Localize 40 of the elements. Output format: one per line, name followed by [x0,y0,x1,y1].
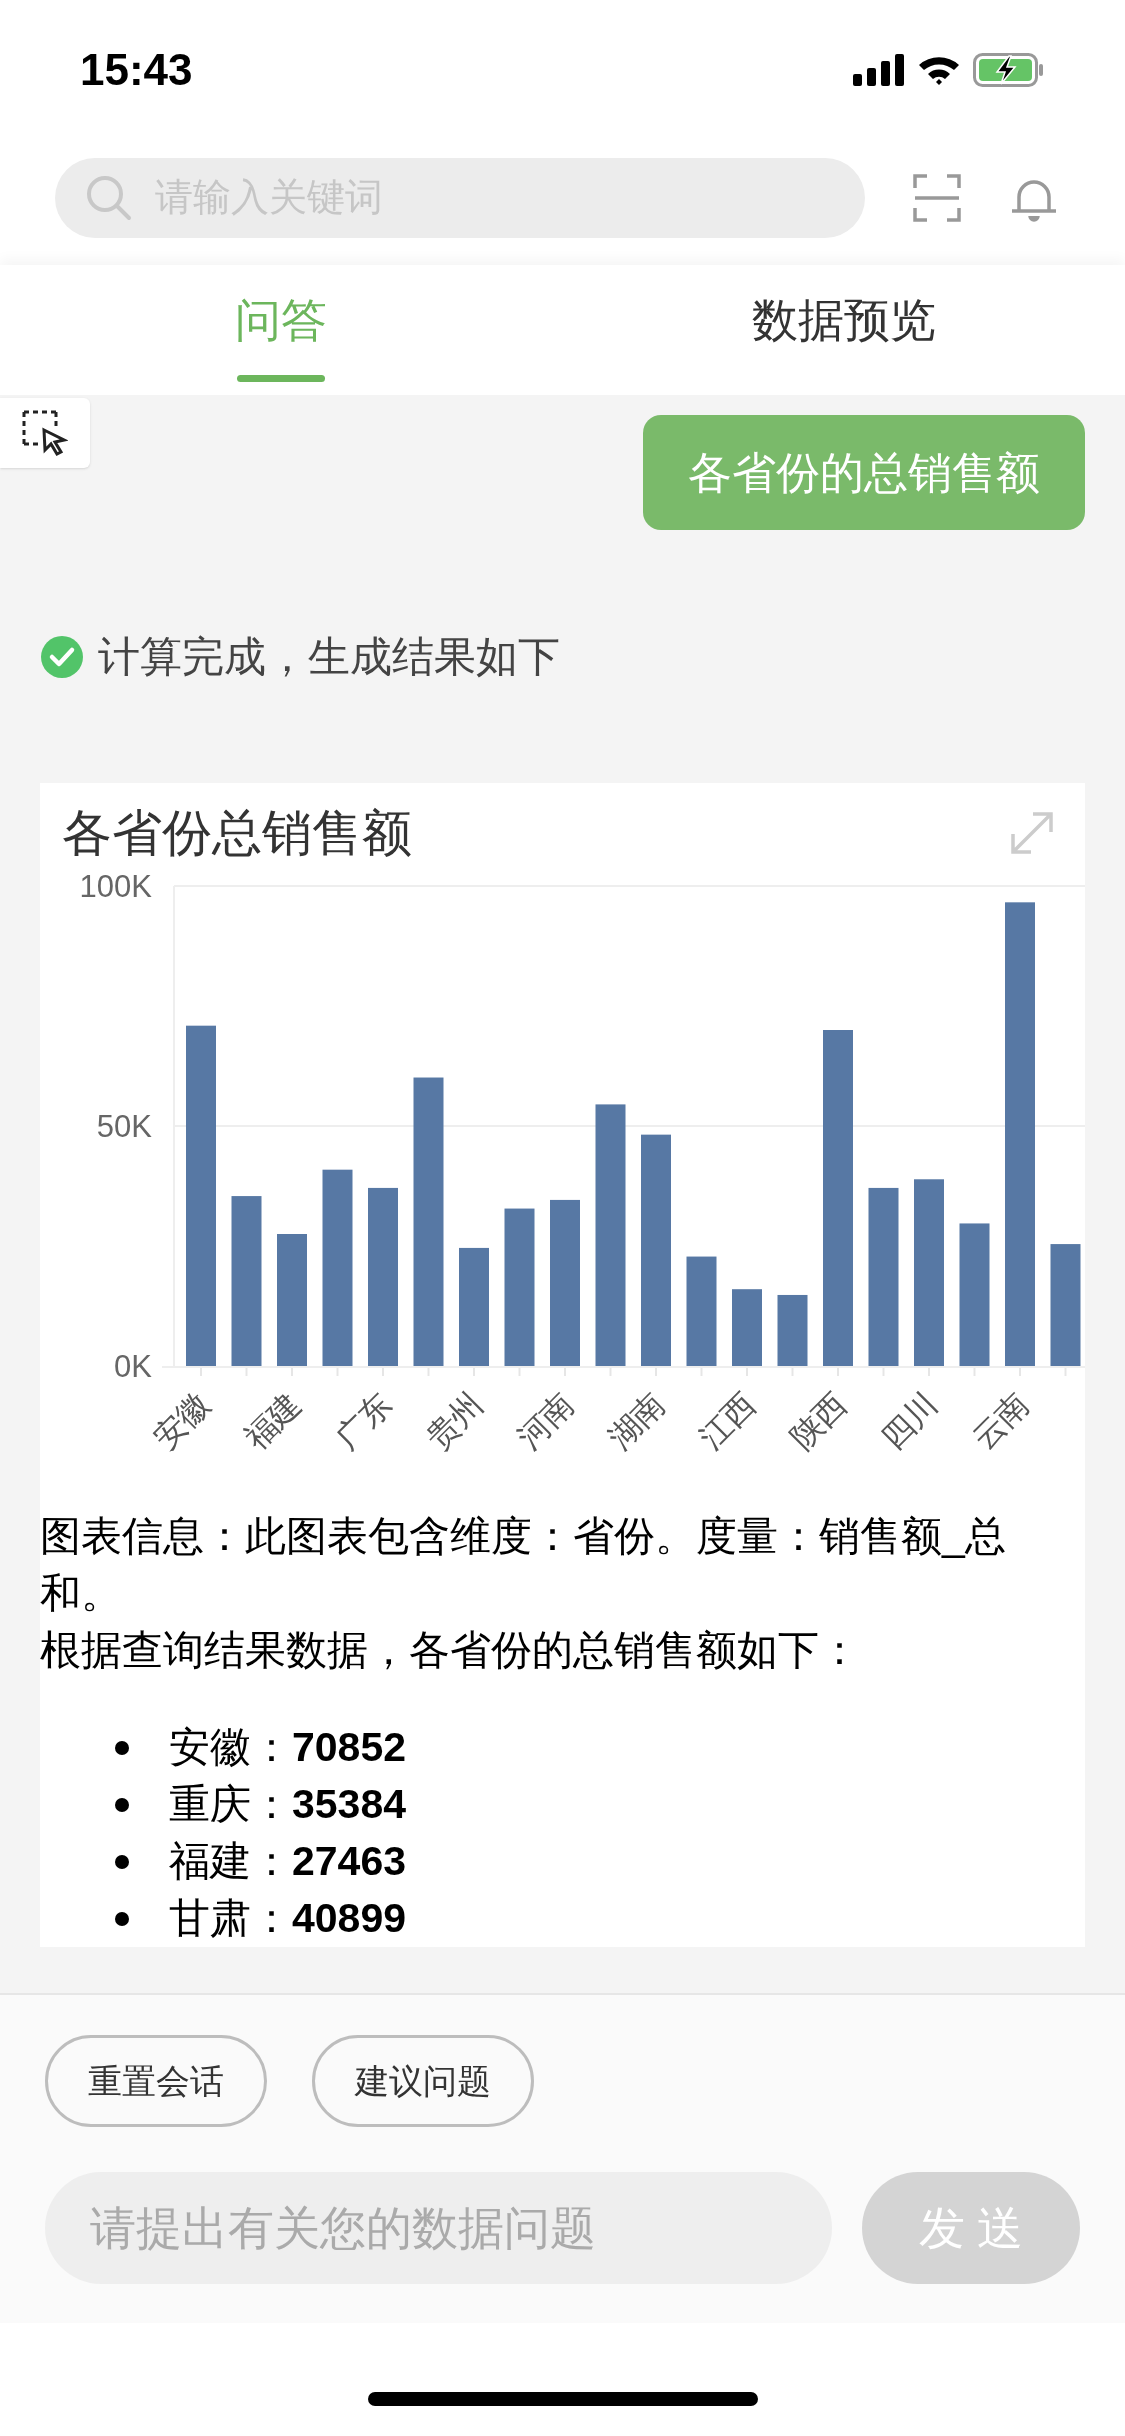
tab[interactable]: 数据预览 [751,265,936,375]
user-message-bubble: 各省份的总销售额 [643,415,1085,530]
bullet-icon [115,1911,129,1926]
quick-action-button[interactable]: 重置会话 [45,2035,267,2127]
x-axis-label: 云南 [965,1385,1036,1457]
status-message: 计算完成，生成结果如下 [98,632,560,682]
x-axis-label: 河南 [510,1385,581,1457]
status-time: 15:43 [80,44,193,96]
bar [777,1294,808,1366]
signal-icon [853,54,905,86]
list-item-text: 重庆：35384 [169,1780,406,1829]
summary-text: 根据查询结果数据，各省份的总销售额如下： [40,1626,861,1675]
summary-text: 图表信息：此图表包含维度：省份。度量：销售额_总和。 [40,1512,1007,1618]
y-axis-label: 50K [96,1109,152,1144]
x-axis-label: 江西 [692,1385,763,1457]
x-axis-label: 湖南 [601,1385,672,1457]
y-axis-label: 0K [114,1349,152,1384]
quick-action-button[interactable]: 建议问题 [312,2035,534,2127]
chart-title: 各省份总销售额 [62,803,412,863]
question-input-field[interactable]: 请提出有关您的数据问题 [45,2172,832,2284]
x-axis-label: 广东 [328,1385,399,1457]
selection-tool-button[interactable] [0,398,90,468]
wifi-icon [917,54,961,86]
x-axis-label: 福建 [237,1385,308,1457]
expand-icon[interactable] [1009,810,1055,856]
list-item-text: 甘肃：40899 [169,1894,406,1943]
x-axis-label: 陕西 [783,1385,854,1457]
bullet-icon [115,1797,129,1812]
y-axis-label: 100K [79,869,152,904]
list-item-text: 福建：27463 [169,1837,406,1886]
bullet-icon [115,1854,129,1869]
list-item-text: 安徽：70852 [169,1723,406,1772]
x-axis-label: 安徽 [146,1385,217,1457]
bullet-icon [115,1740,129,1755]
battery-charging-icon [973,53,1045,87]
x-axis-label: 贵州 [419,1385,490,1457]
selection-cursor-icon [22,410,68,456]
x-axis-label: 四川 [874,1385,945,1457]
search-icon [85,173,133,222]
scan-icon[interactable] [913,173,961,222]
